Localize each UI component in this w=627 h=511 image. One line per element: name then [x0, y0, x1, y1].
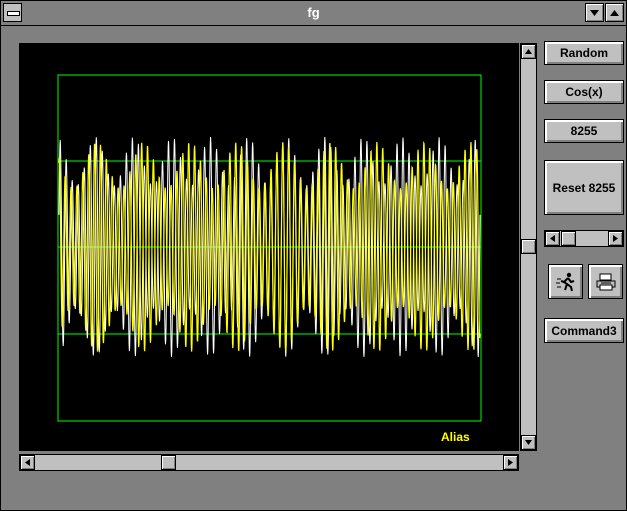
- chevron-down-icon: [590, 9, 599, 16]
- horizontal-scrollbar[interactable]: [19, 454, 519, 471]
- waveform-display: [19, 43, 519, 451]
- small-scroll-thumb[interactable]: [561, 231, 576, 246]
- arrow-down-icon: [525, 440, 532, 445]
- title-bar: fg: [1, 1, 626, 26]
- scroll-down-button[interactable]: [521, 435, 536, 450]
- print-button[interactable]: [588, 264, 623, 299]
- run-button[interactable]: [548, 264, 583, 299]
- arrow-up-icon: [525, 49, 532, 54]
- chip-8255-button[interactable]: 8255: [544, 119, 624, 143]
- random-button[interactable]: Random: [544, 41, 624, 65]
- vertical-scrollbar[interactable]: [520, 43, 537, 451]
- waveform-plot: [57, 74, 482, 422]
- running-man-icon: [555, 272, 574, 291]
- reset-8255-button[interactable]: Reset 8255: [544, 160, 624, 215]
- signal-trace: [58, 140, 481, 352]
- scroll-left-button[interactable]: [20, 455, 35, 470]
- arrow-right-icon: [508, 459, 513, 466]
- minimize-button[interactable]: [585, 3, 604, 22]
- small-scroll-right-button[interactable]: [608, 231, 623, 246]
- small-scroll-left-button[interactable]: [545, 231, 560, 246]
- main-window: fg Alias Random Cos(x) 8255 Reset 8255 C…: [0, 0, 627, 511]
- arrow-left-icon: [25, 459, 30, 466]
- arrow-right-icon: [613, 235, 618, 242]
- horizontal-scroll-thumb[interactable]: [161, 455, 176, 470]
- cos-button[interactable]: Cos(x): [544, 80, 624, 104]
- printer-icon: [596, 273, 615, 290]
- scroll-up-button[interactable]: [521, 44, 536, 59]
- maximize-button[interactable]: [605, 3, 624, 22]
- signal-traces: [58, 136, 481, 358]
- window-title: fg: [307, 5, 320, 20]
- scroll-right-button[interactable]: [503, 455, 518, 470]
- arrow-left-icon: [550, 235, 555, 242]
- small-horizontal-scrollbar[interactable]: [544, 230, 624, 247]
- vertical-scroll-thumb[interactable]: [521, 239, 536, 254]
- chevron-up-icon: [610, 9, 619, 16]
- alias-label: Alias: [441, 430, 470, 444]
- command3-button[interactable]: Command3: [544, 318, 624, 343]
